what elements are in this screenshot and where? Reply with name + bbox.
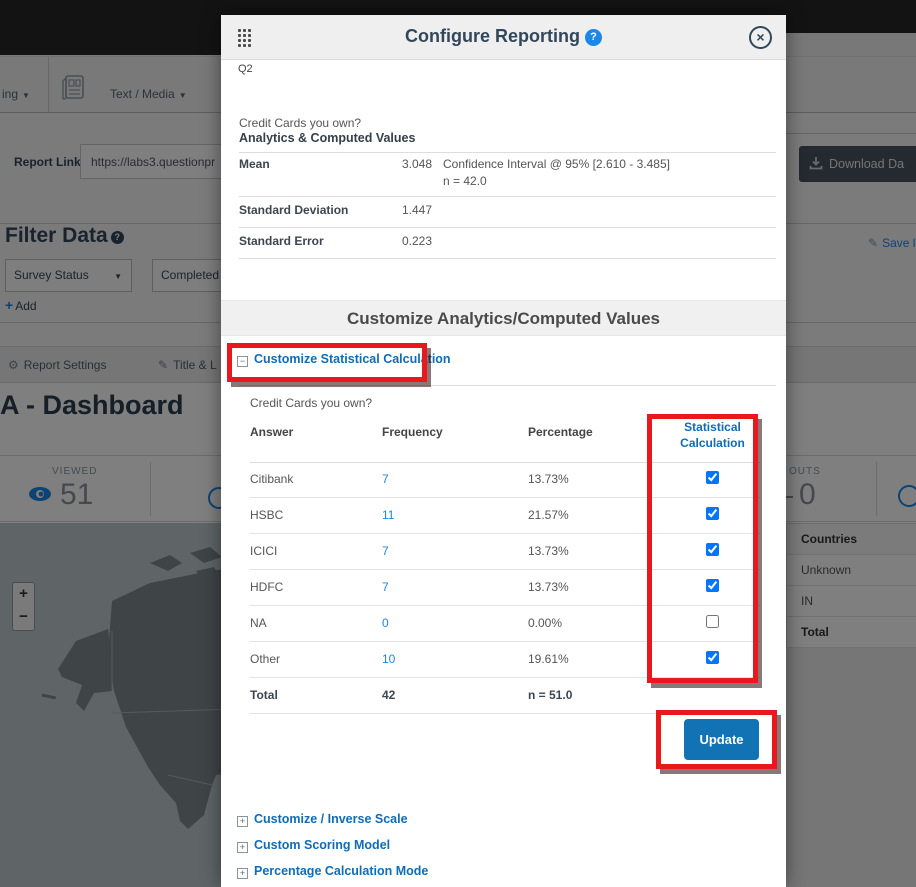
percentage-cell: 19.61% <box>528 652 569 666</box>
customize-statistical-calculation-link[interactable]: −Customize Statistical Calculation <box>237 352 451 367</box>
frequency-link[interactable]: 7 <box>382 580 389 594</box>
frequency-link[interactable]: 11 <box>382 508 394 522</box>
screen: ing▼ Text / Media▼ Report Link Download … <box>0 0 916 887</box>
frequency-link[interactable]: 7 <box>382 472 389 486</box>
analytics-row-label: Mean <box>239 157 270 171</box>
help-icon[interactable]: ? <box>585 29 602 46</box>
answer-cell: NA <box>250 616 267 630</box>
analytics-row-label: Standard Error <box>239 234 324 248</box>
total-label: Total <box>250 688 278 702</box>
configure-reporting-modal: Configure Reporting? × Q2 Credit Cards y… <box>221 15 786 887</box>
table-row: Other 10 19.61% <box>250 642 760 678</box>
stat-calc-checkbox[interactable] <box>706 507 719 520</box>
answer-cell: HSBC <box>250 508 283 522</box>
answer-cell: Other <box>250 652 280 666</box>
percentage-cell: 13.73% <box>528 544 569 558</box>
stat-calc-checkbox[interactable] <box>706 471 719 484</box>
question-text: Credit Cards you own? <box>250 396 372 410</box>
expand-icon: + <box>237 816 248 827</box>
column-header-percentage: Percentage <box>528 425 593 439</box>
update-button[interactable]: Update <box>684 719 759 760</box>
expand-icon: + <box>237 842 248 853</box>
table-row: NA 0 0.00% <box>250 606 760 642</box>
table-row-total: Total 42 n = 51.0 <box>250 678 760 714</box>
column-header-answer: Answer <box>250 425 293 439</box>
answer-cell: Citibank <box>250 472 293 486</box>
percentage-cell: 0.00% <box>528 616 562 630</box>
percentage-calculation-mode-link[interactable]: +Percentage Calculation Mode <box>237 864 428 879</box>
customize-section-heading: Customize Analytics/Computed Values <box>221 300 786 336</box>
column-header-statistical-calculation: Statistical Calculation <box>665 419 760 451</box>
collapse-icon: − <box>237 356 248 367</box>
frequency-link[interactable]: 7 <box>382 544 389 558</box>
analytics-row-label: Standard Deviation <box>239 203 348 217</box>
frequency-link[interactable]: 0 <box>382 616 389 630</box>
percentage-cell: 13.73% <box>528 472 569 486</box>
analytics-row-value: 0.223 <box>402 234 432 248</box>
table-row: HDFC 7 13.73% <box>250 570 760 606</box>
custom-scoring-model-link[interactable]: +Custom Scoring Model <box>237 838 390 853</box>
analytics-heading: Analytics & Computed Values <box>239 131 415 145</box>
table-row: ICICI 7 13.73% <box>250 534 760 570</box>
analytics-row-value: 1.447 <box>402 203 432 217</box>
stat-calc-checkbox[interactable] <box>706 543 719 556</box>
divider <box>239 196 776 197</box>
confidence-interval-note: Confidence Interval @ 95% [2.610 - 3.485… <box>443 157 670 171</box>
expand-icon: + <box>237 868 248 879</box>
total-n: n = 51.0 <box>528 688 572 702</box>
divider <box>239 152 776 153</box>
modal-title: Configure Reporting? <box>221 26 786 47</box>
divider <box>239 258 776 259</box>
stat-calc-checkbox[interactable] <box>706 651 719 664</box>
total-frequency: 42 <box>382 688 395 702</box>
frequency-link[interactable]: 10 <box>382 652 395 666</box>
divider <box>239 385 776 386</box>
question-code: Q2 <box>238 63 253 75</box>
column-header-frequency: Frequency <box>382 425 443 439</box>
n-note: n = 42.0 <box>443 174 487 188</box>
percentage-cell: 21.57% <box>528 508 569 522</box>
divider <box>239 227 776 228</box>
percentage-cell: 13.73% <box>528 580 569 594</box>
question-text: Credit Cards you own? <box>239 116 361 130</box>
table-row: HSBC 11 21.57% <box>250 498 760 534</box>
answer-cell: HDFC <box>250 580 283 594</box>
customize-inverse-scale-link[interactable]: +Customize / Inverse Scale <box>237 812 408 827</box>
answer-cell: ICICI <box>250 544 277 558</box>
close-icon[interactable]: × <box>749 26 772 49</box>
table-row: Citibank 7 13.73% <box>250 462 760 498</box>
analytics-row-value: 3.048 <box>402 157 432 171</box>
stat-calc-checkbox[interactable] <box>706 615 719 628</box>
stat-calc-checkbox[interactable] <box>706 579 719 592</box>
